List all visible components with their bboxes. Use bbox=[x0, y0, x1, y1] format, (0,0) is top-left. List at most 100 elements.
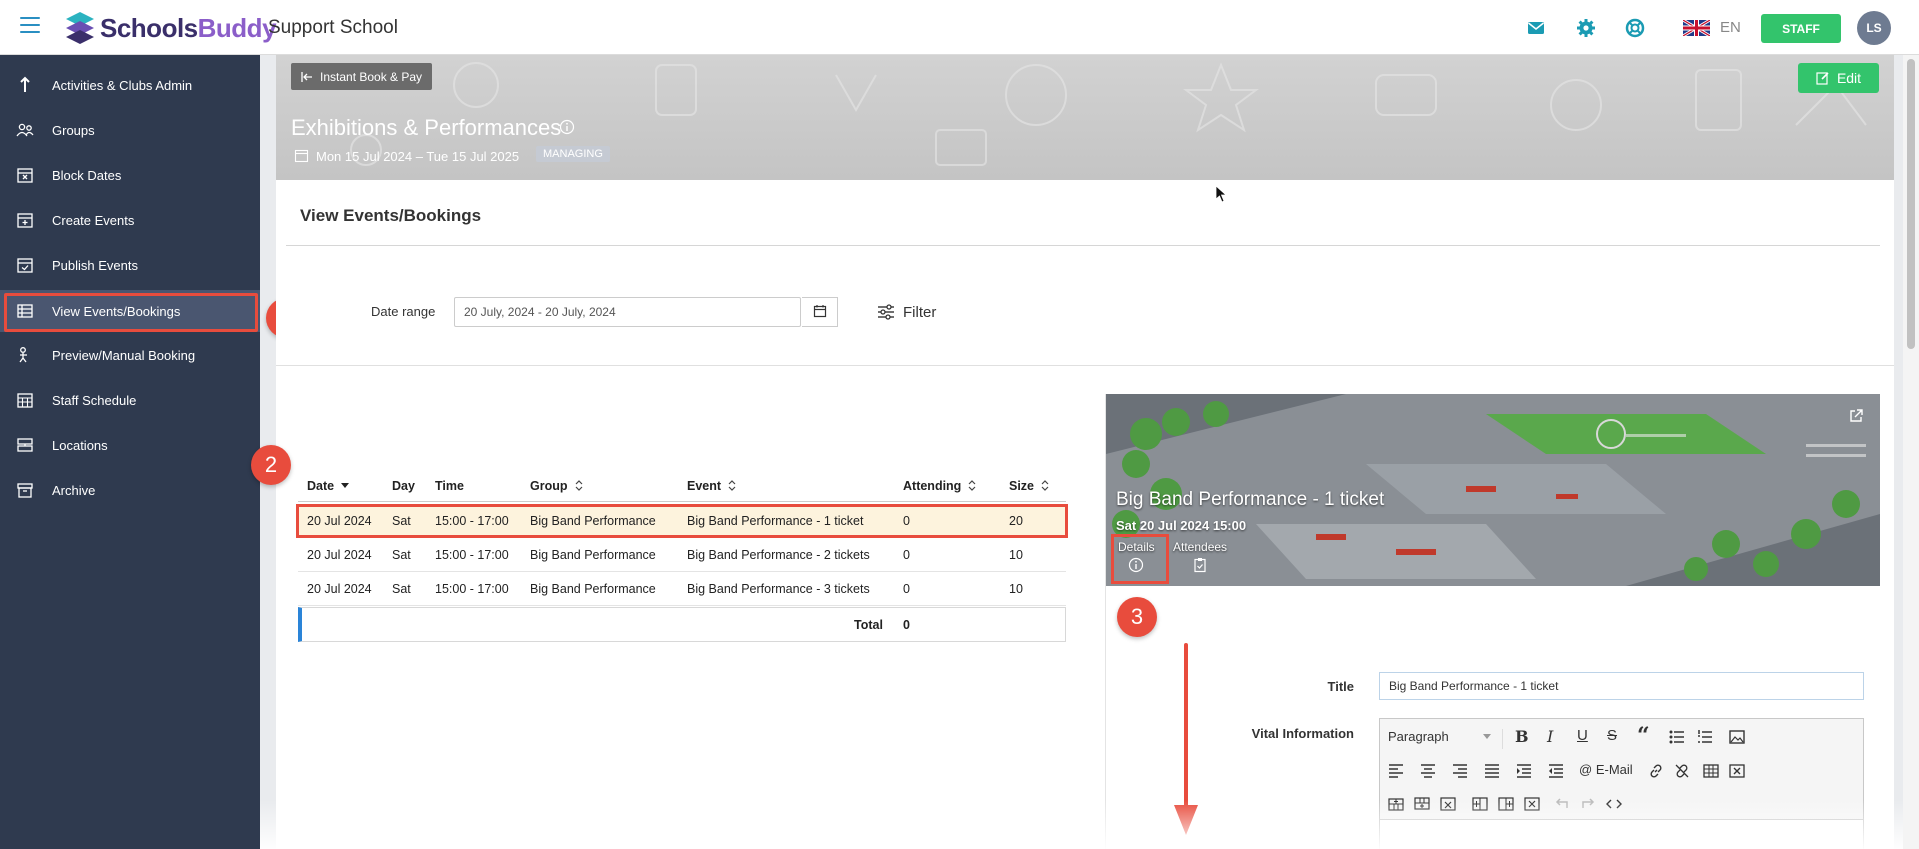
column-header-event[interactable]: Event bbox=[687, 479, 737, 493]
logo-text[interactable]: SchoolsBuddy bbox=[100, 13, 277, 44]
event-datetime: Sat 20 Jul 2024 15:00 bbox=[1116, 518, 1247, 533]
unlink-icon[interactable] bbox=[1674, 763, 1690, 779]
image-icon[interactable] bbox=[1729, 729, 1745, 745]
numbered-list-icon[interactable] bbox=[1697, 729, 1713, 745]
hamburger-menu-icon[interactable] bbox=[20, 17, 40, 33]
back-button-label: Instant Book & Pay bbox=[320, 69, 423, 84]
sidebar-item-staff-schedule[interactable]: Staff Schedule bbox=[0, 379, 260, 421]
section-title: View Events/Bookings bbox=[300, 206, 482, 225]
sliders-icon bbox=[878, 304, 894, 320]
status-badge: MANAGING bbox=[536, 146, 610, 162]
outdent-icon[interactable] bbox=[1548, 763, 1564, 779]
logo-icon bbox=[66, 12, 94, 44]
align-center-icon[interactable] bbox=[1420, 763, 1436, 779]
bold-button[interactable]: B bbox=[1515, 727, 1529, 746]
cell-size: 10 bbox=[1009, 548, 1023, 562]
staff-button[interactable]: STAFF bbox=[1761, 14, 1841, 43]
main-content: Instant Book & Pay Edit Exhibitions & Pe… bbox=[276, 55, 1894, 849]
cell-time: 15:00 - 17:00 bbox=[435, 548, 509, 562]
mouse-cursor-icon bbox=[1215, 185, 1227, 203]
uk-flag-icon[interactable] bbox=[1683, 20, 1710, 36]
back-button[interactable]: Instant Book & Pay bbox=[291, 63, 433, 90]
column-header-day: Day bbox=[392, 479, 415, 493]
date-picker-button[interactable] bbox=[802, 297, 838, 327]
avatar[interactable]: LS bbox=[1857, 11, 1891, 45]
cell-attending: 0 bbox=[903, 548, 910, 562]
sidebar-item-preview-manual-booking[interactable]: Preview/Manual Booking bbox=[0, 334, 260, 376]
info-icon[interactable] bbox=[559, 119, 575, 135]
step-callout: 2 bbox=[251, 445, 291, 485]
email-button[interactable]: @ E-Mail bbox=[1579, 762, 1633, 777]
highlight-box bbox=[4, 293, 258, 332]
indent-icon[interactable] bbox=[1516, 763, 1532, 779]
table-row[interactable]: 20 Jul 2024 Sat 15:00 - 17:00 Big Band P… bbox=[298, 572, 1066, 606]
sort-icon bbox=[968, 480, 976, 491]
language-code[interactable]: EN bbox=[1720, 19, 1741, 36]
external-link-icon[interactable] bbox=[1849, 409, 1863, 423]
link-icon[interactable] bbox=[1648, 763, 1664, 779]
strikethrough-button[interactable]: S bbox=[1607, 727, 1617, 744]
school-name: Support School bbox=[268, 17, 398, 38]
back-arrow-icon bbox=[301, 71, 312, 82]
table-header: Date Day Time Group Event Attending Size bbox=[298, 469, 1066, 502]
sidebar-item-locations[interactable]: Locations bbox=[0, 424, 260, 466]
page-title: Exhibitions & Performances bbox=[291, 115, 562, 140]
total-label: Total bbox=[854, 618, 883, 632]
bullet-list-icon[interactable] bbox=[1669, 729, 1685, 745]
sidebar-item-label: Publish Events bbox=[52, 257, 138, 273]
column-header-time: Time bbox=[435, 479, 464, 493]
mail-icon[interactable] bbox=[1525, 17, 1547, 39]
underline-button[interactable]: U bbox=[1577, 727, 1588, 744]
email-label: E-Mail bbox=[1595, 762, 1633, 777]
column-header-date[interactable]: Date bbox=[307, 479, 350, 493]
highlight-box bbox=[296, 504, 1068, 538]
page-scrollbar[interactable] bbox=[1903, 55, 1919, 849]
sidebar-item-block-dates[interactable]: Block Dates bbox=[0, 154, 260, 196]
chevron-down-icon bbox=[1483, 734, 1491, 739]
sidebar-item-label: Locations bbox=[52, 437, 108, 453]
date-range-input[interactable] bbox=[454, 297, 801, 327]
sidebar-item-label: Staff Schedule bbox=[52, 392, 137, 408]
total-value: 0 bbox=[903, 618, 910, 632]
event-title: Big Band Performance - 1 ticket bbox=[1116, 489, 1385, 510]
event-detail-panel: Big Band Performance - 1 ticket Sat 20 J… bbox=[1105, 394, 1880, 849]
edit-icon bbox=[1816, 72, 1829, 85]
sort-desc-icon bbox=[341, 483, 350, 488]
align-justify-icon[interactable] bbox=[1484, 763, 1500, 779]
scrollbar-thumb[interactable] bbox=[1907, 59, 1915, 349]
filter-button[interactable]: Filter bbox=[877, 298, 936, 326]
sidebar-item-label: Preview/Manual Booking bbox=[52, 347, 196, 363]
edit-button[interactable]: Edit bbox=[1798, 63, 1879, 93]
align-right-icon[interactable] bbox=[1452, 763, 1468, 779]
table-insert-icon[interactable] bbox=[1703, 763, 1719, 779]
blockquote-button[interactable]: “ bbox=[1637, 723, 1650, 749]
calendar-x-icon bbox=[17, 168, 33, 183]
align-left-icon[interactable] bbox=[1388, 763, 1404, 779]
archive-icon bbox=[17, 483, 33, 498]
sidebar-item-activities-clubs-admin[interactable]: Activities & Clubs Admin bbox=[0, 64, 260, 106]
users-icon bbox=[16, 123, 34, 137]
sort-icon bbox=[728, 480, 736, 491]
sidebar-item-label: Block Dates bbox=[52, 167, 122, 183]
column-header-group[interactable]: Group bbox=[530, 479, 584, 493]
sidebar-item-groups[interactable]: Groups bbox=[0, 109, 260, 151]
top-bar: SchoolsBuddy Support School EN STAFF LS bbox=[0, 0, 1919, 55]
paragraph-select[interactable]: Paragraph bbox=[1388, 729, 1503, 749]
table-delete-icon[interactable] bbox=[1729, 763, 1745, 779]
up-arrow-icon bbox=[20, 76, 30, 92]
divider bbox=[276, 365, 1894, 366]
table-row[interactable]: 20 Jul 2024 Sat 15:00 - 17:00 Big Band P… bbox=[298, 538, 1066, 572]
gear-icon[interactable] bbox=[1575, 17, 1597, 39]
calendar-plus-icon bbox=[17, 213, 33, 228]
column-header-size[interactable]: Size bbox=[1009, 479, 1050, 493]
tab-attendees[interactable]: Attendees bbox=[1173, 540, 1227, 573]
sidebar-item-publish-events[interactable]: Publish Events bbox=[0, 244, 260, 286]
sidebar-item-create-events[interactable]: Create Events bbox=[0, 199, 260, 241]
italic-button[interactable]: I bbox=[1547, 727, 1553, 746]
title-input[interactable] bbox=[1379, 672, 1864, 700]
filter-label: Filter bbox=[903, 303, 937, 321]
lifebuoy-icon[interactable] bbox=[1624, 17, 1646, 39]
sidebar-item-archive[interactable]: Archive bbox=[0, 469, 260, 511]
sort-icon bbox=[575, 480, 582, 491]
column-header-attending[interactable]: Attending bbox=[903, 479, 977, 493]
